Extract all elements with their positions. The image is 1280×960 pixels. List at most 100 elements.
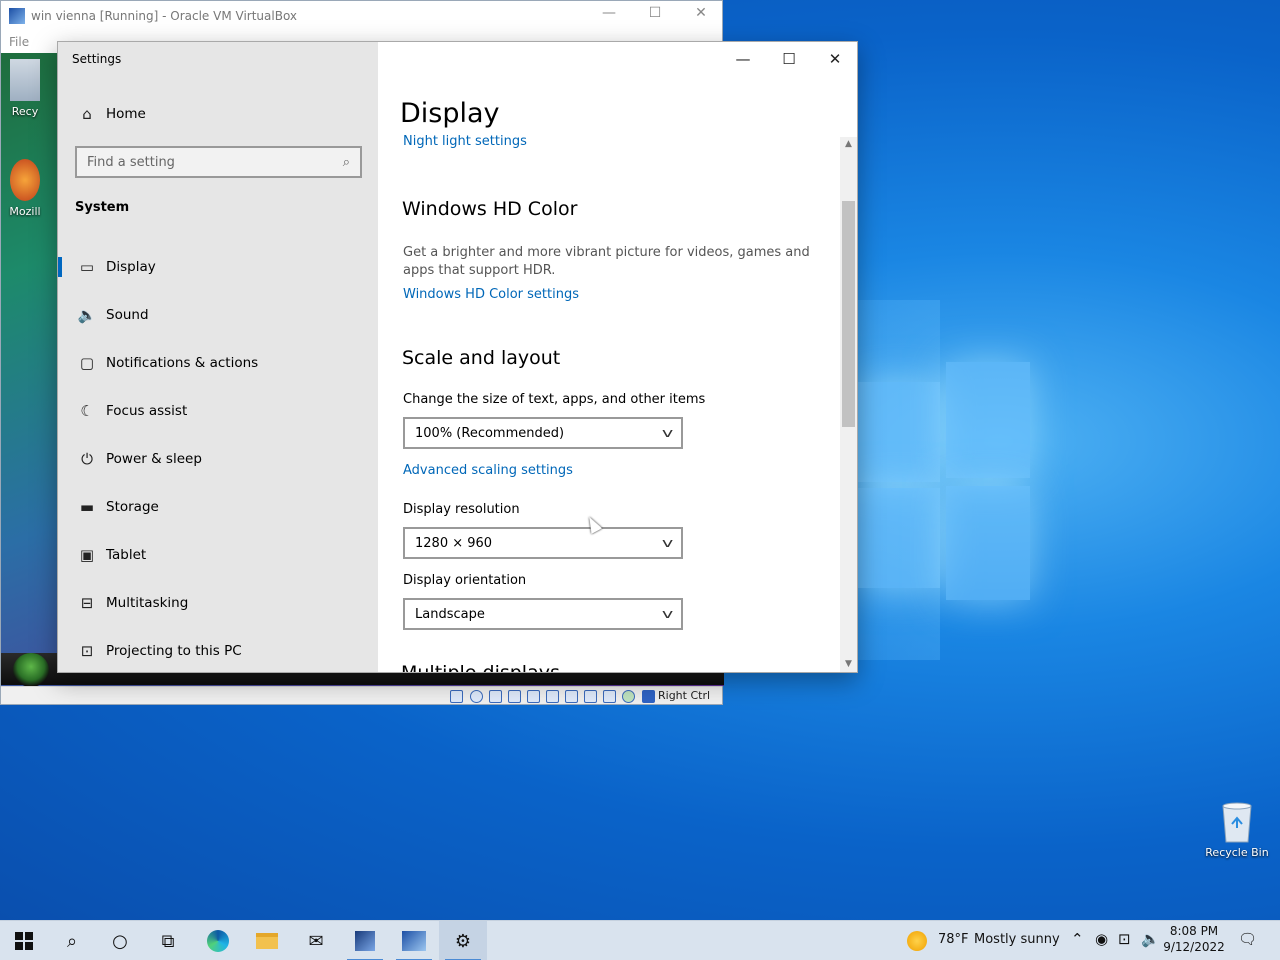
multiple-displays-heading: Multiple displays [401, 662, 560, 673]
virtualbox-title: win vienna [Running] - Oracle VM Virtual… [31, 9, 298, 23]
nav-home[interactable]: ⌂ Home [58, 94, 378, 134]
hard-disk-icon[interactable] [450, 690, 463, 703]
gear-icon: ⚙ [454, 930, 472, 952]
guest-start-orb-icon[interactable] [13, 653, 49, 687]
weather-condition[interactable]: Mostly sunny [974, 932, 1060, 947]
search-placeholder: Find a setting [87, 154, 175, 170]
nav-item-power-sleep[interactable]: ⏻ Power & sleep [58, 439, 378, 479]
advanced-scaling-link[interactable]: Advanced scaling settings [403, 463, 573, 478]
network-icon[interactable]: ⊡ [1118, 930, 1131, 948]
mail-icon: ✉ [308, 930, 324, 952]
cortana-circle-icon: ○ [112, 930, 128, 952]
audio-icon[interactable] [489, 690, 502, 703]
start-button[interactable] [0, 921, 48, 960]
action-center-icon[interactable]: 🗨 [1238, 930, 1257, 948]
host-key-label: Right Ctrl [658, 689, 711, 702]
moon-icon: ☾ [80, 402, 94, 420]
hd-color-settings-link[interactable]: Windows HD Color settings [403, 287, 579, 302]
nav-item-label: Power & sleep [106, 451, 202, 467]
night-light-settings-link[interactable]: Night light settings [403, 134, 527, 149]
monitor-icon: ▭ [79, 258, 95, 276]
vbox-maximize-button[interactable]: ☐ [632, 5, 678, 21]
chevron-down-icon: v [661, 426, 674, 440]
resolution-value: 1280 × 960 [415, 535, 493, 551]
file-explorer-button[interactable] [243, 921, 291, 960]
virtualbox-logo-icon [9, 8, 25, 24]
guest-recycle-bin-icon[interactable]: Recy [3, 59, 47, 118]
nav-item-label: Notifications & actions [106, 355, 259, 371]
minimize-button[interactable]: — [720, 44, 766, 74]
shared-folders-icon[interactable] [546, 690, 559, 703]
guest-icon-label: Mozill [9, 205, 41, 218]
virtualbox-cube-icon [355, 931, 375, 951]
cortana-button[interactable]: ○ [96, 921, 144, 960]
nav-item-label: Display [106, 259, 156, 275]
volume-muted-icon[interactable]: 🔈 [1141, 930, 1160, 948]
search-button[interactable]: ⌕ [48, 921, 96, 960]
virtualbox-manager-button[interactable] [341, 921, 389, 960]
tablet-icon: ▣ [79, 546, 95, 564]
edge-taskbar-button[interactable] [194, 921, 242, 960]
content-scrollbar[interactable]: ▲ ▼ [840, 137, 857, 672]
guest-firefox-icon[interactable]: Mozill [3, 159, 47, 218]
vbox-minimize-button[interactable]: — [586, 5, 632, 21]
nav-item-storage[interactable]: ▬ Storage [58, 487, 378, 527]
cpu-icon[interactable] [603, 690, 616, 703]
message-icon: ▢ [79, 354, 95, 372]
nav-item-label: Storage [106, 499, 159, 515]
settings-taskbar-button[interactable]: ⚙ [439, 921, 487, 960]
search-icon[interactable]: ⌕ [343, 155, 350, 170]
desktop-recycle-bin[interactable]: Recycle Bin [1202, 800, 1272, 859]
projector-icon: ⊡ [80, 642, 94, 660]
virtualbox-vm-button[interactable] [390, 921, 438, 960]
usb-icon[interactable] [527, 690, 540, 703]
scale-value: 100% (Recommended) [415, 425, 565, 441]
maximize-button[interactable]: ☐ [766, 44, 812, 74]
settings-content-pane: — ☐ ✕ Display Night light settings Windo… [378, 42, 857, 673]
nav-item-projecting[interactable]: ⊡ Projecting to this PC [58, 631, 378, 671]
clock-time: 8:08 PM [1169, 924, 1219, 938]
display-icon[interactable] [565, 690, 578, 703]
settings-window[interactable]: Settings ⌂ Home Find a setting ⌕ System … [57, 41, 858, 673]
chevron-up-icon[interactable]: ⌃ [1071, 930, 1084, 948]
resolution-dropdown[interactable]: 1280 × 960 v [403, 527, 683, 559]
weather-temperature[interactable]: 78°F [938, 932, 969, 947]
recycle-bin-label: Recycle Bin [1205, 846, 1269, 859]
nav-item-notifications[interactable]: ▢ Notifications & actions [58, 343, 378, 383]
storage-icon: ▬ [79, 498, 95, 516]
nav-item-display[interactable]: ▭ Display [58, 247, 378, 287]
weather-sun-icon [907, 931, 927, 951]
windows-taskbar: ⌕ ○ ⧉ ✉ ⚙ [0, 920, 1280, 960]
network-icon[interactable] [508, 690, 521, 703]
scroll-up-icon[interactable]: ▲ [840, 139, 857, 149]
vbox-close-button[interactable]: ✕ [678, 5, 724, 21]
nav-item-label: Focus assist [106, 403, 188, 419]
nav-item-multitasking[interactable]: ⊟ Multitasking [58, 583, 378, 623]
vbox-menu-file[interactable]: File [9, 35, 29, 49]
system-clock[interactable]: 8:08 PM 9/12/2022 [1160, 923, 1228, 955]
hd-color-description: Get a brighter and more vibrant picture … [403, 245, 810, 278]
chevron-down-icon: v [661, 536, 674, 550]
scale-dropdown[interactable]: 100% (Recommended) v [403, 417, 683, 449]
guest-additions-icon[interactable] [622, 690, 635, 703]
nav-home-label: Home [106, 106, 146, 122]
nav-item-tablet[interactable]: ▣ Tablet [58, 535, 378, 575]
nav-item-label: Projecting to this PC [106, 643, 242, 659]
recording-icon[interactable] [584, 690, 597, 703]
optical-drive-icon[interactable] [470, 690, 483, 703]
scrollbar-thumb[interactable] [842, 201, 855, 427]
chevron-down-icon: v [661, 607, 674, 621]
recycle-bin-icon [1217, 800, 1257, 843]
nav-item-focus-assist[interactable]: ☾ Focus assist [58, 391, 378, 431]
page-title: Display [400, 98, 500, 129]
find-setting-input[interactable]: Find a setting ⌕ [75, 146, 362, 178]
mail-button[interactable]: ✉ [292, 921, 340, 960]
task-view-button[interactable]: ⧉ [144, 921, 192, 960]
windows-logo-graphic [858, 362, 1030, 602]
orientation-dropdown[interactable]: Landscape v [403, 598, 683, 630]
nav-item-sound[interactable]: 🔈 Sound [58, 295, 378, 335]
scroll-down-icon[interactable]: ▼ [840, 659, 857, 669]
record-icon[interactable]: ◉ [1095, 930, 1108, 948]
settings-window-title: Settings [72, 52, 122, 66]
close-button[interactable]: ✕ [812, 44, 857, 74]
